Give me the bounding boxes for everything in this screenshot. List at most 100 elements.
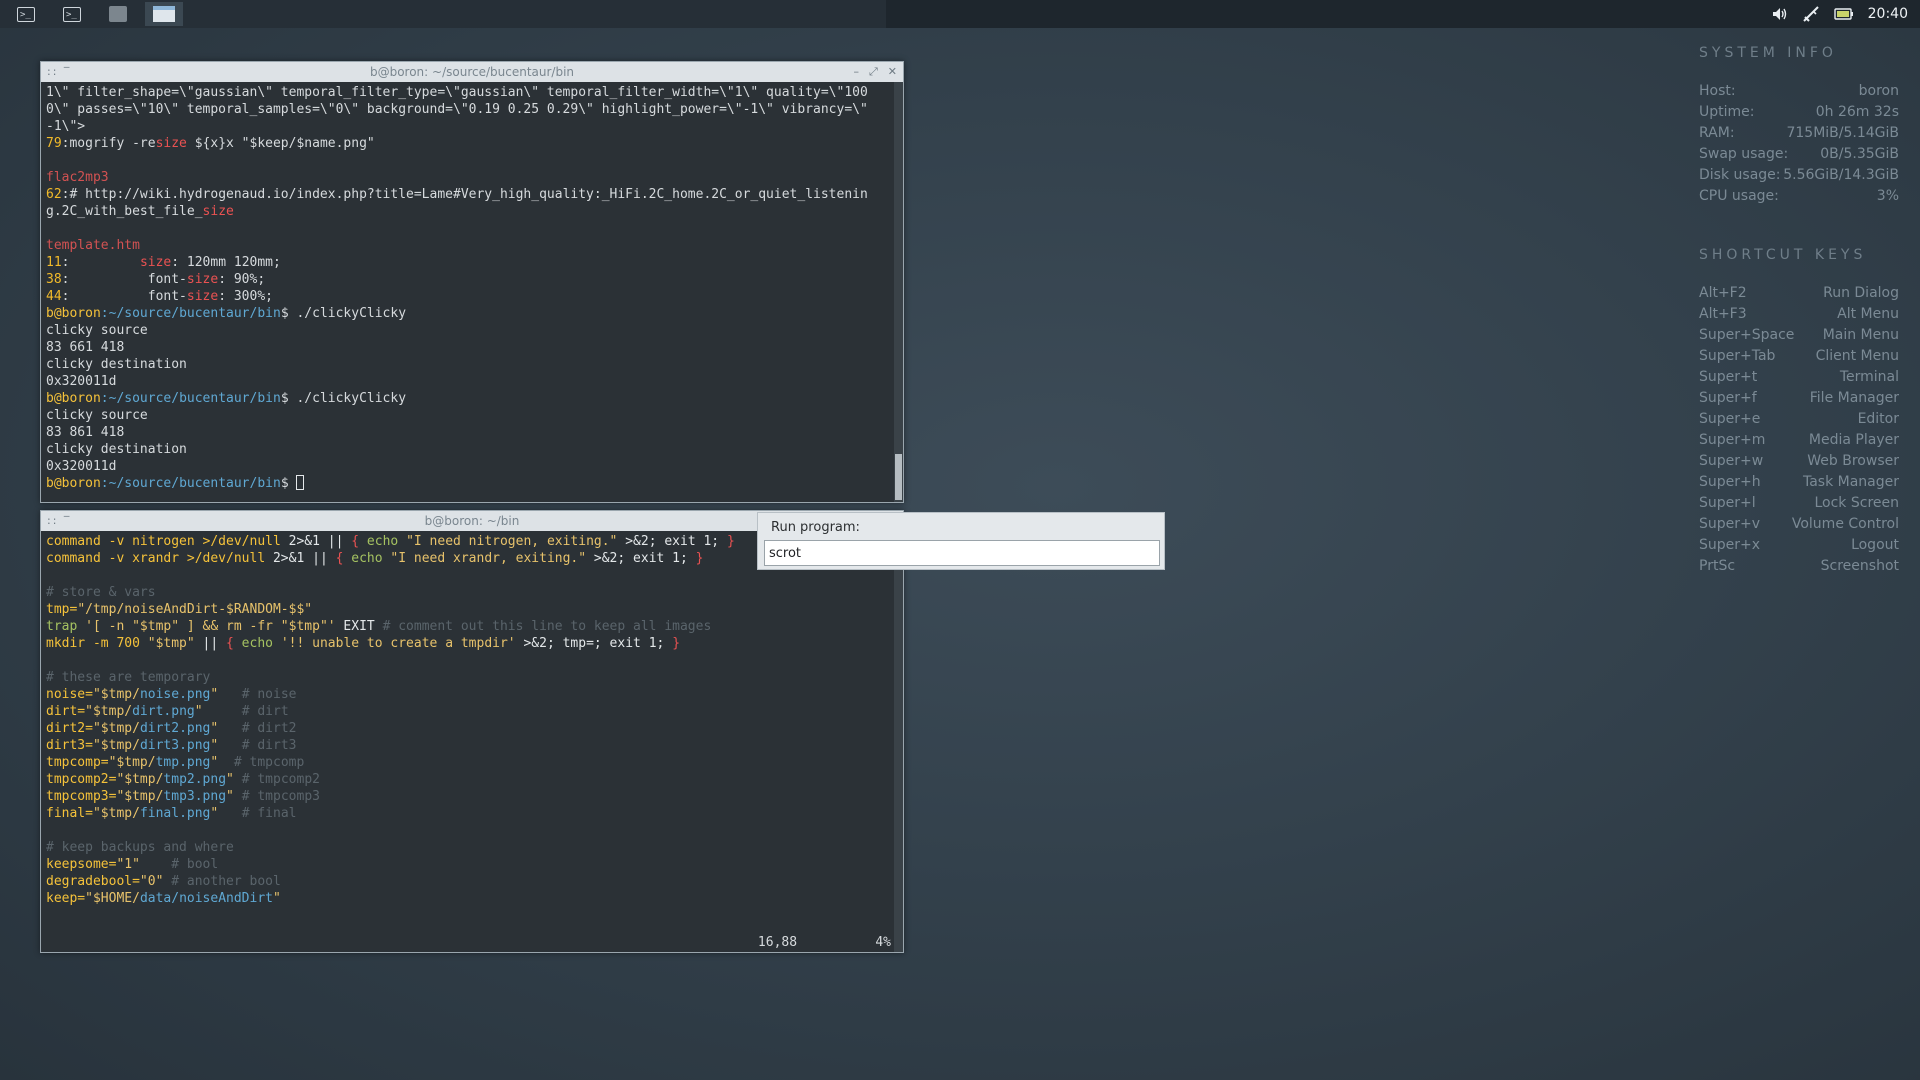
text-segment: : 300%; bbox=[218, 289, 273, 304]
run-program-label: Run program: bbox=[771, 520, 860, 535]
row-key: Super+e bbox=[1699, 411, 1761, 427]
editor-statusline: 16,88 4% bbox=[41, 935, 891, 950]
text-segment: { bbox=[226, 636, 234, 651]
text-segment: echo bbox=[359, 534, 407, 549]
text-segment: tmp2.png bbox=[163, 772, 227, 787]
text-segment: " bbox=[273, 891, 281, 906]
text-segment: noise.png bbox=[139, 687, 211, 702]
text-segment: : 120mm 120mm; bbox=[171, 255, 281, 270]
text-segment: :~/source/bucentaur/bin bbox=[100, 306, 281, 321]
text-segment: size bbox=[186, 272, 219, 287]
maximize-icon[interactable]: ⤢ bbox=[869, 62, 878, 82]
text-segment: "$tmp/ bbox=[116, 789, 164, 804]
terminal-window-bottom[interactable]: :: ‾ b@boron: ~/bin command -v nitrogen … bbox=[40, 510, 904, 953]
terminal-line: clicky destination bbox=[46, 441, 898, 458]
row-key: Swap usage: bbox=[1699, 146, 1789, 162]
system-info-list: Host: boron Uptime: 0h 26m 32s RAM: 715MiB/5.… bbox=[1699, 81, 1899, 207]
window-menu-icon[interactable]: :: ‾ bbox=[47, 62, 71, 82]
row-value: boron bbox=[1858, 83, 1899, 99]
terminal-line: 44: font-size: 300%; bbox=[46, 288, 898, 305]
text-segment: :mogrify -re bbox=[61, 136, 156, 151]
volume-icon[interactable] bbox=[1772, 7, 1788, 21]
terminal-line: 11: size: 120mm 120mm; bbox=[46, 254, 898, 271]
text-segment: " bbox=[226, 772, 234, 787]
window-menu-icon[interactable]: :: ‾ bbox=[47, 511, 71, 531]
terminal-line: 1\" filter_shape=\"gaussian\" temporal_f… bbox=[46, 84, 898, 101]
terminal-line bbox=[46, 652, 898, 669]
battery-icon[interactable] bbox=[1833, 7, 1854, 21]
row-value: Terminal bbox=[1839, 369, 1899, 385]
scrollbar[interactable] bbox=[894, 82, 903, 502]
run-program-input[interactable] bbox=[764, 540, 1160, 566]
taskbar-window-4-button[interactable] bbox=[145, 2, 183, 26]
row-key: Super+h bbox=[1699, 474, 1761, 490]
terminal-window-top[interactable]: :: ‾ b@boron: ~/source/bucentaur/bin – ⤢… bbox=[40, 61, 904, 503]
terminal-line: 83 861 418 bbox=[46, 424, 898, 441]
terminal-line: keep="$HOME/data/noiseAndDirt" bbox=[46, 890, 898, 907]
text-segment: "$HOME/ bbox=[85, 891, 140, 906]
terminal-line: tmp="/tmp/noiseAndDirt-$RANDOM-$$" bbox=[46, 601, 898, 618]
terminal-line: -1\"> bbox=[46, 118, 898, 135]
text-segment: tmp.png bbox=[155, 755, 211, 770]
row-key: Disk usage: bbox=[1699, 167, 1781, 183]
scrollbar-thumb[interactable] bbox=[895, 559, 902, 759]
text-segment: # comment out this line to keep all imag… bbox=[382, 619, 712, 634]
row-value: Client Menu bbox=[1815, 348, 1899, 364]
minimize-icon[interactable]: – bbox=[853, 62, 859, 82]
text-segment: 2>&1 bbox=[272, 551, 305, 566]
terminal-line: trap '[ -n "$tmp" ] && rm -fr "$tmp"' EX… bbox=[46, 618, 898, 635]
shortcut-row: Super+l Lock Screen bbox=[1699, 493, 1899, 514]
text-segment: 44 bbox=[46, 289, 62, 304]
editor-buffer[interactable]: command -v nitrogen >/dev/null 2>&1 || {… bbox=[41, 531, 903, 925]
taskbar-terminal-1-button[interactable]: >_ bbox=[7, 2, 45, 26]
text-segment: : font- bbox=[61, 272, 187, 287]
system-info-row: RAM: 715MiB/5.14GiB bbox=[1699, 123, 1899, 144]
row-value: Volume Control bbox=[1791, 516, 1899, 532]
shortcut-row: Super+h Task Manager bbox=[1699, 472, 1899, 493]
text-segment: 38 bbox=[46, 272, 62, 287]
row-key: Super+t bbox=[1699, 369, 1758, 385]
window-icon bbox=[153, 6, 175, 22]
run-program-dialog: Run program: bbox=[757, 512, 1165, 570]
row-key: Host: bbox=[1699, 83, 1736, 99]
shortcut-row: Super+v Volume Control bbox=[1699, 514, 1899, 535]
text-segment: >&2; exit 1; bbox=[617, 534, 727, 549]
text-segment: :~/source/bucentaur/bin bbox=[100, 476, 281, 491]
text-segment: '!! unable to create a tmpdir' bbox=[280, 636, 516, 651]
taskbar-app-3-button[interactable] bbox=[99, 2, 137, 26]
close-icon[interactable]: ✕ bbox=[888, 62, 897, 82]
terminal-line: b@boron:~/source/bucentaur/bin$ ./clicky… bbox=[46, 305, 898, 322]
text-segment: command -v xrandr >/dev/null bbox=[46, 551, 273, 566]
text-segment: 2>&1 bbox=[288, 534, 320, 549]
system-info-row: CPU usage: 3% bbox=[1699, 186, 1899, 207]
terminal-line: 79:mogrify -resize ${x}x "$keep/$name.pn… bbox=[46, 135, 898, 152]
network-icon[interactable] bbox=[1802, 5, 1820, 23]
text-segment: # final bbox=[218, 806, 297, 821]
text-segment: "$tmp/ bbox=[85, 704, 133, 719]
shortcut-keys-list: Alt+F2 Run Dialog Alt+F3 Alt Menu Super+Spac… bbox=[1699, 283, 1899, 577]
row-value: 715MiB/5.14GiB bbox=[1786, 125, 1899, 141]
terminal-line: b@boron:~/source/bucentaur/bin$ bbox=[46, 475, 898, 492]
text-segment: # dirt bbox=[202, 704, 289, 719]
terminal-line: # store & vars bbox=[46, 584, 898, 601]
terminal-line: 83 661 418 bbox=[46, 339, 898, 356]
terminal-line: 0\" passes=\"10\" temporal_samples=\"0\"… bbox=[46, 101, 898, 118]
clock[interactable]: 20:40 bbox=[1868, 6, 1908, 22]
text-segment: dirt.png bbox=[132, 704, 195, 719]
terminal-line: g.2C_with_best_file_size bbox=[46, 203, 898, 220]
system-info-row: Uptime: 0h 26m 32s bbox=[1699, 102, 1899, 123]
text-segment: # another bool bbox=[163, 874, 281, 889]
scrollbar[interactable] bbox=[894, 531, 903, 952]
text-segment: "$tmp/ bbox=[92, 806, 140, 821]
text-segment: # keep backups and where bbox=[46, 840, 234, 855]
taskbar-terminal-2-button[interactable]: >_ bbox=[53, 2, 91, 26]
window-title: b@boron: ~/source/bucentaur/bin bbox=[369, 65, 575, 79]
text-segment: EXIT bbox=[335, 619, 383, 634]
window-titlebar[interactable]: :: ‾ b@boron: ~/source/bucentaur/bin – ⤢… bbox=[41, 62, 903, 82]
terminal-line: tmpcomp2="$tmp/tmp2.png" # tmpcomp2 bbox=[46, 771, 898, 788]
scrollbar-thumb[interactable] bbox=[895, 454, 902, 500]
text-segment: echo bbox=[343, 551, 391, 566]
top-panel: >_ >_ 20:40 bbox=[0, 0, 1920, 28]
terminal-output[interactable]: 1\" filter_shape=\"gaussian\" temporal_f… bbox=[41, 82, 903, 496]
shortcut-row: Alt+F2 Run Dialog bbox=[1699, 283, 1899, 304]
